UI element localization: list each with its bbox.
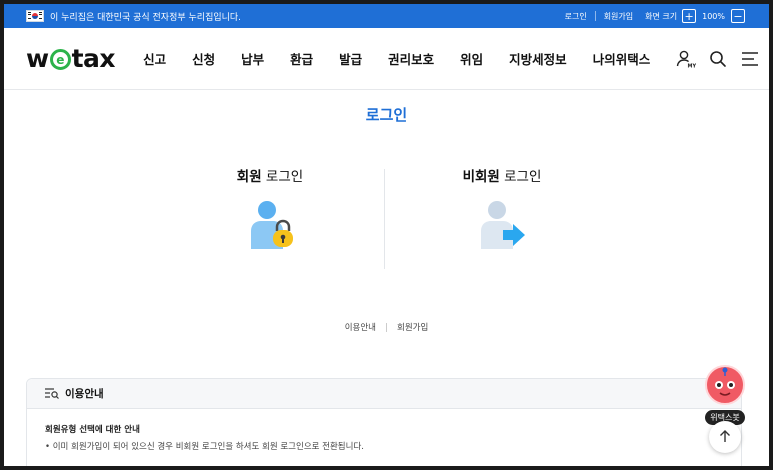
usage-info-panel: 이용안내 회원유형 선택에 대한 안내 • 이미 회원가입이 되어 있으신 경우… — [26, 378, 742, 466]
list-search-icon — [45, 384, 59, 403]
nav-item-issue[interactable]: 발급 — [339, 49, 362, 68]
usage-info-desc: • 이미 회원가입이 되어 있으신 경우 비회원 로그인을 하셔도 회원 로그인… — [45, 442, 364, 452]
zoom-value: 100% — [702, 11, 725, 21]
usage-info-subtitle: 회원유형 선택에 대한 안내 — [45, 425, 140, 435]
guest-login-button[interactable]: 비회원 로그인 — [412, 165, 592, 251]
usage-info-body: 회원유형 선택에 대한 안내 • 이미 회원가입이 되어 있으신 경우 비회원 … — [27, 409, 741, 466]
divider — [386, 322, 387, 332]
signup-link[interactable]: 회원가입 — [397, 321, 428, 333]
nav-item-local-tax-info[interactable]: 지방세정보 — [509, 49, 567, 68]
nav-item-refund[interactable]: 환급 — [290, 49, 313, 68]
main-nav: 신고 신청 납부 환급 발급 권리보호 위임 지방세정보 나의위택스 — [143, 49, 676, 68]
nav-item-apply[interactable]: 신청 — [192, 49, 215, 68]
usage-info-title: 이용안내 — [65, 388, 104, 400]
divider — [384, 169, 385, 269]
guest-login-label: 비회원 로그인 — [462, 169, 542, 185]
logo-e-mark: e — [49, 49, 71, 70]
sub-links: 이용안내 회원가입 — [4, 321, 769, 333]
divider — [594, 11, 596, 21]
chatbot-button[interactable]: 위택스봇 — [703, 365, 747, 425]
my-badge: MY — [688, 63, 697, 69]
gov-notice: 이 누리집은 대한민국 공식 전자정부 누리집입니다. — [50, 12, 242, 23]
nav-item-rights[interactable]: 권리보호 — [388, 49, 434, 68]
top-login-link[interactable]: 로그인 — [565, 11, 587, 22]
zoom-out-button[interactable]: − — [731, 9, 745, 23]
logo-text-tax: tax — [71, 44, 116, 73]
page-title: 로그인 — [365, 106, 408, 124]
site-header: w e tax 신고 신청 납부 환급 발급 권리보호 위임 지방세정보 나의위… — [4, 28, 769, 90]
arrow-up-icon — [719, 428, 731, 447]
nav-item-payment[interactable]: 납부 — [241, 49, 264, 68]
wetax-logo[interactable]: w e tax — [26, 44, 116, 73]
nav-item-my-wetax[interactable]: 나의위택스 — [593, 49, 651, 68]
user-lock-icon — [245, 199, 295, 251]
korea-flag-icon — [26, 10, 44, 22]
zoom-label: 화면 크기 — [645, 11, 678, 21]
top-signup-link[interactable]: 회원가입 — [604, 11, 633, 22]
zoom-in-button[interactable]: + — [682, 9, 697, 23]
nav-item-delegation[interactable]: 위임 — [460, 49, 483, 68]
usage-guide-link[interactable]: 이용안내 — [345, 321, 376, 333]
menu-icon[interactable] — [740, 49, 760, 69]
search-icon[interactable] — [708, 49, 728, 69]
nav-item-report[interactable]: 신고 — [143, 49, 166, 68]
header-icons: MY — [676, 49, 760, 69]
member-login-button[interactable]: 회원 로그인 — [180, 165, 360, 251]
browser-viewport: 이 누리집은 대한민국 공식 전자정부 누리집입니다. 로그인 회원가입 화면 … — [4, 4, 769, 466]
login-options: 회원 로그인 비회원 로그인 — [4, 165, 769, 295]
user-arrow-icon — [477, 199, 527, 251]
scroll-top-button[interactable] — [709, 421, 741, 453]
my-account-icon[interactable]: MY — [676, 49, 696, 69]
gov-banner: 이 누리집은 대한민국 공식 전자정부 누리집입니다. 로그인 회원가입 화면 … — [4, 4, 769, 28]
logo-text-w: w — [26, 44, 49, 73]
usage-info-header: 이용안내 — [27, 379, 741, 409]
member-login-label: 회원 로그인 — [236, 169, 304, 185]
chatbot-mascot-icon — [705, 365, 745, 405]
